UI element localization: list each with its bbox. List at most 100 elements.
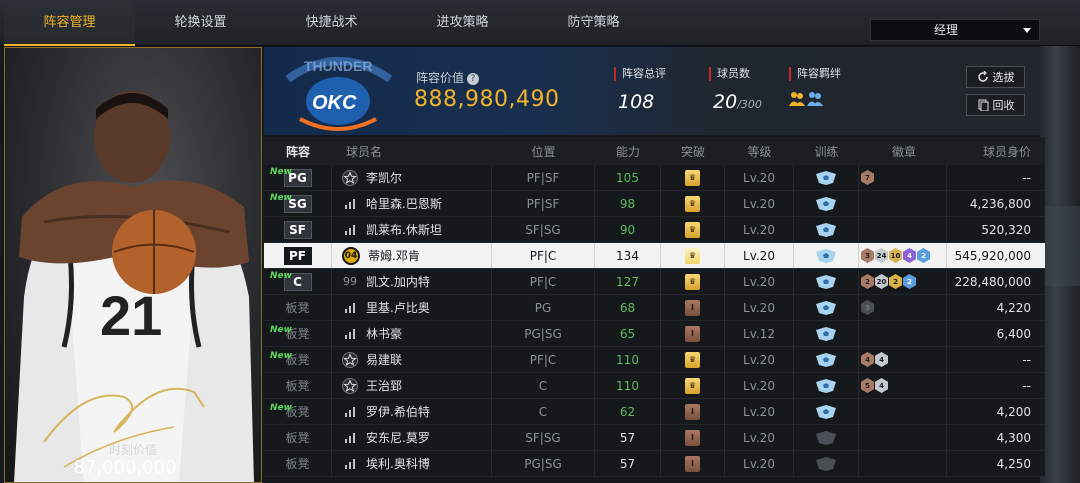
badges-cell[interactable]: 2 20 2 2 [859,269,947,294]
badges-cell[interactable]: 3 [859,295,947,320]
player-name-cell[interactable]: 里基.卢比奥 [332,295,492,320]
table-row[interactable]: New SG 哈里森.巴恩斯 PF|SF 98 ♛ Lv.20 4,236,800 [264,191,1045,217]
header-breakthrough[interactable]: 突破 [661,137,725,165]
breakthrough-locked-icon[interactable]: I [685,299,700,316]
badge-medal-icon[interactable]: 3 [861,248,874,263]
badge-medal-icon[interactable]: 4 [861,352,874,367]
badges-cell[interactable]: 44 [859,347,947,372]
training-cell[interactable] [794,269,859,294]
breakthrough-cell[interactable]: I [661,451,725,476]
table-row[interactable]: 板凳 埃利.奥科博 PG|SG 57 I Lv.20 4,250 [264,451,1045,477]
breakthrough-crown-icon[interactable]: ♛ [685,169,700,186]
badge-medal-icon[interactable]: 5 [861,378,874,393]
training-badge-icon[interactable] [815,274,837,290]
badges-cell[interactable] [859,217,947,242]
player-name-cell[interactable]: 埃利.奥科博 [332,451,492,476]
breakthrough-crown-icon[interactable]: ♛ [685,247,700,264]
player-name-cell[interactable]: 哈里森.巴恩斯 [332,191,492,216]
breakthrough-cell[interactable]: I [661,321,725,346]
lineup-slot-cell[interactable]: 板凳 [264,425,332,450]
player-name-cell[interactable]: 林书豪 [332,321,492,346]
badge-medal-icon[interactable]: 4 [875,352,888,367]
table-row[interactable]: 板凳 王治郅 C 110 ♛ Lv.20 5 4 -- [264,373,1045,399]
badge-medal-icon[interactable]: 10 [889,248,902,263]
lineup-slot-cell[interactable]: 板凳 [264,373,332,398]
lineup-slot-cell[interactable]: 板凳 [264,295,332,320]
tab-lineup-management[interactable]: 阵容管理 [4,0,135,46]
training-cell[interactable] [794,321,859,346]
breakthrough-cell[interactable]: I [661,399,725,424]
table-row[interactable]: New 板凳 易建联 PF|C 110 ♛ Lv.20 4 4 -- [264,347,1045,373]
header-position[interactable]: 位置 [492,137,595,165]
badge-medal-icon[interactable]: 2 [917,248,930,263]
lineup-slot-cell[interactable]: New 板凳 [264,399,332,424]
training-cell[interactable] [794,373,859,398]
bond-gold-people-icon[interactable] [789,91,805,107]
breakthrough-cell[interactable]: I [661,295,725,320]
training-locked-icon[interactable] [815,430,837,446]
lineup-slot-cell[interactable]: New 板凳 [264,347,332,372]
training-cell[interactable] [794,451,859,476]
recycle-button[interactable]: 回收 [966,94,1025,116]
badge-medal-icon[interactable]: 7 [861,170,874,185]
tab-rotation-settings[interactable]: 轮换设置 [135,0,266,46]
badges-cell[interactable] [859,191,947,216]
position-slot-badge[interactable]: SF [283,220,312,239]
training-badge-icon[interactable] [815,196,837,212]
bond-blue-people-icon[interactable] [807,91,823,107]
breakthrough-cell[interactable]: ♛ [661,269,725,294]
player-moment-card[interactable]: 21 时刻价值 87,000,000 [4,47,262,483]
player-name-cell[interactable]: 易建联 [332,347,492,372]
select-players-button[interactable]: 选拔 [966,66,1025,88]
table-row[interactable]: New 板凳 罗伊.希伯特 C 62 I Lv.20 4,200 [264,399,1045,425]
table-row[interactable]: New PG 李凯尔 PF|SF 105 ♛ Lv.20 7 -- [264,165,1045,191]
training-cell[interactable] [794,347,859,372]
tab-defense-strategy[interactable]: 防守策略 [528,0,659,46]
badges-cell[interactable]: 7 [859,165,947,190]
breakthrough-cell[interactable]: ♛ [661,347,725,372]
training-badge-icon[interactable] [815,352,837,368]
training-badge-icon[interactable] [815,404,837,420]
badges-cell[interactable] [859,425,947,450]
breakthrough-locked-icon[interactable]: I [685,429,700,446]
position-slot-badge[interactable]: PF [283,246,312,265]
breakthrough-locked-icon[interactable]: I [685,455,700,472]
header-ability[interactable]: 能力 [595,137,661,165]
lineup-slot-cell[interactable]: New PG [264,165,332,190]
badge-medal-icon[interactable]: 3 [861,300,874,315]
badge-medal-icon[interactable]: 24 [875,248,888,263]
breakthrough-cell[interactable]: ♛ [661,217,725,242]
badge-medal-icon[interactable]: 4 [903,248,916,263]
breakthrough-crown-icon[interactable]: ♛ [685,221,700,238]
header-training[interactable]: 训练 [794,137,859,165]
player-name-cell[interactable]: 04 蒂姆.邓肯 [332,243,492,268]
badges-cell[interactable] [859,399,947,424]
badges-cell[interactable] [859,451,947,476]
table-row[interactable]: SF 凯莱布.休斯坦 SF|SG 90 ♛ Lv.20 520,320 [264,217,1045,243]
breakthrough-cell[interactable]: ♛ [661,243,725,268]
player-name-cell[interactable]: 罗伊.希伯特 [332,399,492,424]
training-cell[interactable] [794,295,859,320]
table-row[interactable]: 板凳 安东尼.莫罗 SF|SG 57 I Lv.20 4,300 [264,425,1045,451]
player-name-cell[interactable]: 王治郅 [332,373,492,398]
badge-medal-icon[interactable]: 4 [875,378,888,393]
badge-medal-icon[interactable]: 2 [903,274,916,289]
breakthrough-crown-icon[interactable]: ♛ [685,195,700,212]
breakthrough-locked-icon[interactable]: I [685,403,700,420]
training-cell[interactable] [794,165,859,190]
tab-offense-strategy[interactable]: 进攻策略 [397,0,528,46]
lineup-slot-cell[interactable]: SF [264,217,332,242]
manager-dropdown[interactable]: 经理 [870,19,1040,41]
training-badge-icon[interactable] [815,326,837,342]
breakthrough-crown-icon[interactable]: ♛ [685,377,700,394]
training-badge-icon[interactable] [815,222,837,238]
lineup-slot-cell[interactable]: New SG [264,191,332,216]
breakthrough-locked-icon[interactable]: I [685,325,700,342]
player-name-cell[interactable]: 99 凯文.加内特 [332,269,492,294]
training-badge-icon[interactable] [815,248,837,264]
badges-cell[interactable] [859,321,947,346]
breakthrough-cell[interactable]: ♛ [661,191,725,216]
header-level[interactable]: 等级 [725,137,794,165]
badges-cell[interactable]: 3 24 10 4 2 [859,243,947,268]
table-row[interactable]: New C 99 凯文.加内特 PF|C 127 ♛ Lv.20 2 20 2 2 228,480,00… [264,269,1045,295]
